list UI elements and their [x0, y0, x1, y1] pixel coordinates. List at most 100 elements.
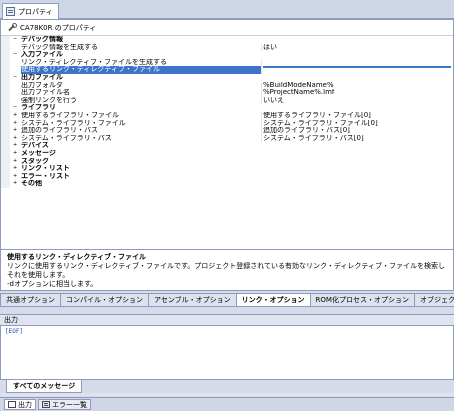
output-pane[interactable]: [EOF]	[0, 325, 454, 380]
property-name: 追加のライブラリ・パス	[21, 127, 98, 135]
tab-error-list-label: エラー一覧	[52, 400, 87, 409]
property-name: 強制リンクを行う	[21, 96, 77, 104]
expand-icon[interactable]: +	[13, 158, 17, 166]
property-category[interactable]: − ライブラリ	[1, 104, 453, 112]
tab-output-label: 出力	[18, 400, 32, 409]
expand-icon[interactable]: +	[13, 142, 17, 150]
property-category[interactable]: − デバッグ情報	[1, 36, 453, 44]
row-gutter	[1, 119, 10, 128]
top-tab-bar: プロパティ	[0, 0, 454, 19]
column-divider	[261, 43, 262, 52]
column-divider	[261, 119, 262, 128]
expand-icon[interactable]: +	[13, 165, 17, 173]
option-tab[interactable]: オブジェクト・コンバート・オプション	[413, 293, 454, 306]
row-gutter	[1, 127, 10, 135]
row-gutter	[1, 51, 10, 59]
expand-icon[interactable]: +	[13, 120, 17, 128]
property-name: リンク・ディレクティブ・ファイルを生成する	[21, 58, 167, 66]
row-gutter	[1, 165, 10, 173]
property-category[interactable]: − 出力ファイル	[1, 73, 453, 82]
expand-icon[interactable]: +	[13, 150, 17, 158]
option-tabs: 共通オプション コンパイル・オプション アセンブル・オプション リンク・オプション RO…	[0, 293, 454, 307]
property-category[interactable]: + メッセージ	[1, 149, 453, 158]
horizontal-scrollbar[interactable]	[0, 393, 454, 396]
column-divider	[261, 134, 262, 143]
property-row[interactable]: + システム・ライブラリ・パス システム・ライブラリ・パス[0]	[1, 134, 453, 143]
row-gutter	[1, 58, 10, 67]
expand-icon[interactable]: +	[13, 112, 17, 120]
tab-output[interactable]: 出力	[4, 399, 36, 410]
property-row[interactable]: 使用するリンク・ディレクティブ・ファイル	[1, 66, 453, 74]
property-name: 入力ファイル	[21, 51, 63, 59]
property-category[interactable]: + エラー・リスト	[1, 172, 453, 181]
property-name: 使用するライブラリ・ファイル	[21, 111, 119, 119]
property-row[interactable]: 出力フォルダ %BuildModeName%	[1, 81, 453, 90]
output-icon	[8, 401, 16, 408]
option-tab[interactable]: ROM化プロセス・オプション	[309, 293, 415, 306]
tab-properties[interactable]: プロパティ	[2, 3, 59, 19]
column-divider	[261, 127, 262, 135]
object-bar: CA78K0R のプロパティ	[1, 20, 453, 36]
property-value[interactable]: 使用するライブラリ・ファイル[0]	[263, 112, 451, 120]
property-category[interactable]: − 入力ファイル	[1, 51, 453, 59]
property-name: デバッグ情報	[21, 36, 63, 43]
description-pane: 使用するリンク・ディレクティブ・ファイル リンクに使用するリンク・ディレクティブ…	[0, 249, 454, 291]
expand-icon[interactable]: +	[13, 173, 17, 181]
option-tab[interactable]: 共通オプション	[0, 293, 61, 306]
description-line-1: リンクに使用するリンク・ディレクティブ・ファイルです。プロジェクト登録されている…	[7, 262, 445, 279]
tab-all-messages[interactable]: すべてのメッセージ	[6, 380, 83, 393]
property-row[interactable]: + 使用するライブラリ・ファイル 使用するライブラリ・ファイル[0]	[1, 111, 453, 120]
column-divider	[261, 111, 262, 120]
property-row[interactable]: 出力ファイル名 %ProjectName%.lmf	[1, 89, 453, 97]
property-value[interactable]: %ProjectName%.lmf	[263, 89, 451, 97]
property-value[interactable]: 追加のライブラリ・パス[0]	[263, 127, 451, 135]
tab-error-list[interactable]: エラー一覧	[38, 399, 91, 410]
property-row[interactable]: デバッグ情報を生成する はい	[1, 43, 453, 52]
property-name: ライブラリ	[21, 104, 56, 112]
property-row[interactable]: + システム・ライブラリ・ファイル システム・ライブラリ・ファイル[0]	[1, 119, 453, 128]
property-value[interactable]	[263, 66, 451, 69]
property-name: システム・ライブラリ・パス	[21, 134, 112, 142]
option-tab[interactable]: リンク・オプション	[235, 293, 311, 306]
row-gutter	[1, 81, 10, 90]
output-panel-title: 出力	[0, 314, 454, 325]
property-category[interactable]: + スタック	[1, 157, 453, 166]
property-value[interactable]: システム・ライブラリ・ファイル[0]	[263, 120, 451, 128]
row-gutter	[1, 66, 10, 74]
column-divider	[261, 66, 262, 74]
row-gutter	[1, 104, 10, 112]
option-tab[interactable]: コンパイル・オプション	[60, 293, 149, 306]
property-category[interactable]: + リンク・リスト	[1, 165, 453, 173]
property-category[interactable]: + デバイス	[1, 142, 453, 150]
row-gutter	[1, 157, 10, 166]
collapse-icon[interactable]: −	[13, 104, 17, 112]
property-value[interactable]: システム・ライブラリ・パス[0]	[263, 135, 451, 143]
object-title: CA78K0R のプロパティ	[20, 23, 97, 32]
expand-icon[interactable]: +	[13, 127, 17, 135]
collapse-icon[interactable]: −	[13, 74, 17, 82]
property-value[interactable]: いいえ	[263, 97, 451, 105]
row-gutter	[1, 36, 10, 44]
column-divider	[261, 96, 262, 105]
property-name: メッセージ	[21, 149, 56, 157]
column-divider	[261, 89, 262, 97]
property-name: スタック	[21, 157, 49, 165]
row-gutter	[1, 142, 10, 150]
output-eof-marker: [EOF]	[5, 328, 24, 335]
collapse-icon[interactable]: −	[13, 36, 17, 44]
row-gutter	[1, 96, 10, 105]
property-value[interactable]: %BuildModeName%	[263, 82, 451, 90]
property-row[interactable]: + 追加のライブラリ・パス 追加のライブラリ・パス[0]	[1, 127, 453, 135]
tab-properties-label: プロパティ	[18, 7, 53, 16]
property-value[interactable]: はい	[263, 44, 451, 52]
collapse-icon[interactable]: −	[13, 51, 17, 59]
expand-icon[interactable]: +	[13, 180, 17, 188]
expand-icon[interactable]: +	[13, 135, 17, 143]
property-category[interactable]: + その他	[1, 180, 453, 188]
property-name: リンク・リスト	[21, 165, 70, 173]
row-gutter	[1, 89, 10, 97]
column-divider	[261, 58, 262, 67]
property-row[interactable]: 強制リンクを行う いいえ	[1, 96, 453, 105]
option-tab[interactable]: アセンブル・オプション	[148, 293, 237, 306]
property-row[interactable]: リンク・ディレクティブ・ファイルを生成する	[1, 58, 453, 67]
